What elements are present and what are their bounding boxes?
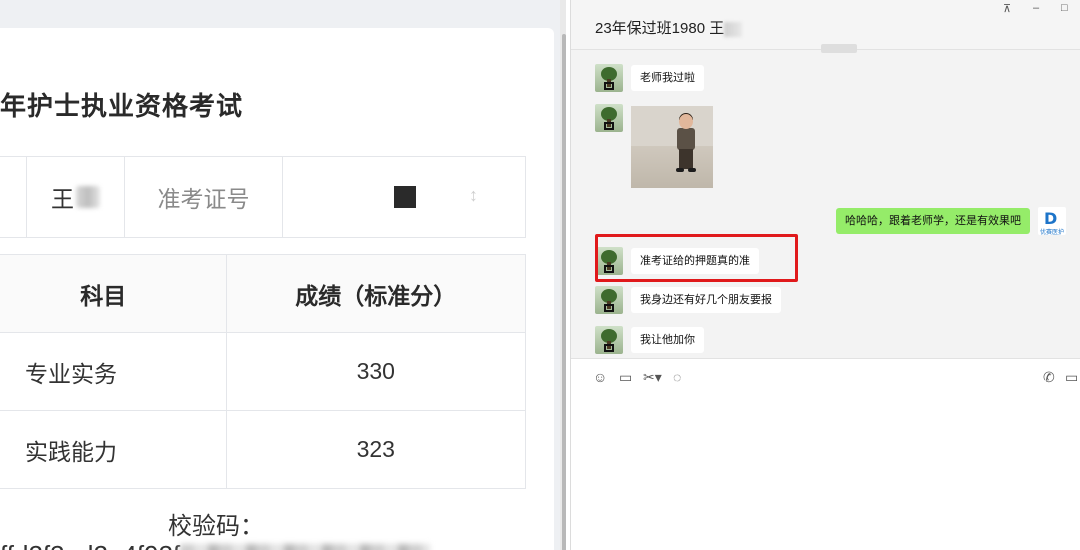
score-header: 成绩（标准分） [225, 254, 527, 333]
subject-cell: 实践能力 [0, 410, 227, 489]
candidate-name-text: 王 [51, 186, 74, 212]
chat-title: 23年保过班1980 王 [595, 17, 743, 38]
screen: 年护士执业资格考试 王 准考证号 ↕ 科目 成绩（标准分） 专业实务 330 实… [0, 0, 1080, 550]
message-bubble[interactable]: 哈哈哈，跟着老师学，还是有效果吧 [836, 208, 1030, 234]
admission-number-redaction [393, 186, 416, 208]
message-bubble[interactable]: 老师我过啦 [631, 65, 704, 91]
sender-avatar[interactable] [595, 64, 623, 92]
admission-number-value: ↕ [283, 157, 526, 237]
message-bubble[interactable]: 我身边还有好几个朋友要报 [631, 287, 781, 313]
name-redaction [76, 186, 100, 208]
chat-window: 23年保过班1980 王 ⊼ – □ 老师我过啦 哈哈哈，跟着老师学，还是有效果… [570, 0, 1080, 550]
chat-title-text: 23年保过班1980 王 [595, 20, 725, 37]
sender-avatar[interactable] [595, 104, 623, 132]
verify-label: 校验码： [168, 513, 264, 540]
message-row-outgoing: 哈哈哈，跟着老师学，还是有效果吧 D 优赛医护 [836, 207, 1066, 235]
logo-icon: D [1044, 209, 1058, 228]
report-card: 年护士执业资格考试 王 准考证号 ↕ 科目 成绩（标准分） 专业实务 330 实… [0, 28, 554, 550]
verify-code: ffd2f3ed2e4f93f [0, 540, 431, 550]
table-row: 实践能力 323 [0, 410, 527, 489]
subject-header: 科目 [0, 254, 227, 333]
logo-subtext: 优赛医护 [1039, 230, 1064, 235]
message-row: 我身边还有好几个朋友要报 [595, 286, 781, 314]
report-title: 年护士执业资格考试 [0, 91, 244, 121]
score-report-panel: 年护士执业资格考试 王 准考证号 ↕ 科目 成绩（标准分） 专业实务 330 实… [0, 0, 566, 550]
score-cell: 323 [225, 410, 527, 489]
candidate-info-row: 王 准考证号 ↕ [0, 156, 526, 238]
score-table: 科目 成绩（标准分） 专业实务 330 实践能力 323 [0, 254, 527, 489]
table-row: 专业实务 330 [0, 332, 527, 411]
title-redaction [724, 21, 743, 37]
phone-icon[interactable]: ✆ [1043, 369, 1055, 386]
scrollbar-thumb[interactable] [562, 34, 566, 550]
self-avatar-logo[interactable]: D 优赛医护 [1038, 207, 1066, 235]
sort-icon: ↕ [469, 185, 478, 205]
message-composer[interactable]: ☺ ▭ ✂▾ ◌ ✆ ▭ [571, 358, 1080, 550]
info-cell-empty [0, 157, 27, 237]
scissors-icon[interactable]: ✂▾ [643, 369, 662, 386]
chat-history-icon[interactable]: ◌ [673, 369, 681, 385]
admission-number-label: 准考证号 [125, 157, 283, 237]
candidate-name: 王 [27, 157, 125, 237]
chat-header: 23年保过班1980 王 ⊼ – □ [571, 0, 1080, 50]
red-highlight-box [595, 234, 798, 282]
message-row [595, 104, 623, 132]
timestamp-separator [821, 44, 857, 53]
image-message-child-photo[interactable] [631, 106, 713, 188]
sender-avatar[interactable] [595, 286, 623, 314]
maximize-icon[interactable]: □ [1061, 2, 1068, 14]
subject-cell: 专业实务 [0, 332, 227, 411]
video-icon[interactable]: ▭ [1065, 369, 1078, 386]
message-bubble[interactable]: 我让他加你 [631, 327, 704, 353]
message-row: 老师我过啦 [595, 64, 704, 92]
sender-avatar[interactable] [595, 326, 623, 354]
verify-code-text: ffd2f3ed2e4f93f [0, 540, 180, 550]
verify-code-redaction [180, 544, 431, 550]
emoji-icon[interactable]: ☺ [593, 369, 607, 385]
score-table-header: 科目 成绩（标准分） [0, 254, 527, 333]
pin-window-icon[interactable]: ⊼ [1003, 2, 1011, 15]
minimize-icon[interactable]: – [1033, 2, 1039, 14]
folder-icon[interactable]: ▭ [619, 369, 632, 386]
score-cell: 330 [225, 332, 527, 411]
message-row: 我让他加你 [595, 326, 704, 354]
